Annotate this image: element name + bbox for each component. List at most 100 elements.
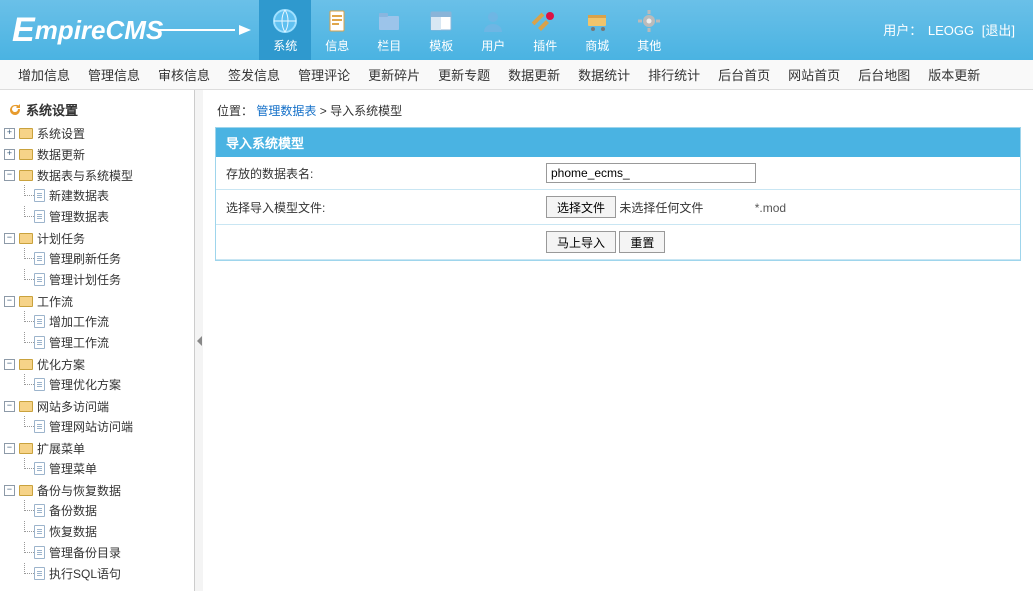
topnav-folder[interactable]: 栏目 [363,0,415,60]
page-icon [34,189,45,202]
topnav-user[interactable]: 用户 [467,0,519,60]
subnav-item[interactable]: 数据更新 [508,65,560,84]
tree-leaf[interactable]: 管理刷新任务 [18,249,194,268]
tree-group[interactable]: −工作流 [0,292,194,311]
page-icon [34,462,45,475]
topnav-gear[interactable]: 其他 [623,0,675,60]
user-label: 用户： [883,23,922,38]
tree-label: 工作流 [37,293,73,310]
tree-leaf[interactable]: 管理数据表 [18,207,194,226]
toggle-icon: + [4,128,15,139]
tree-label: 管理菜单 [49,460,97,477]
topnav-label: 模板 [429,37,453,54]
page-icon [34,567,45,580]
subnav-item[interactable]: 排行统计 [648,65,700,84]
reset-button[interactable]: 重置 [619,231,665,253]
toggle-icon: − [4,170,15,181]
tree-group[interactable]: −备份与恢复数据 [0,481,194,500]
subnav-item[interactable]: 网站首页 [788,65,840,84]
tree-group[interactable]: + 系统设置 [0,124,194,143]
user-icon [479,7,507,35]
tree-label: 管理网站访问端 [49,418,133,435]
tree-leaf[interactable]: 管理工作流 [18,333,194,352]
folder-icon [19,359,33,370]
folder-icon [19,443,33,454]
subnav-item[interactable]: 数据统计 [578,65,630,84]
tree-leaf[interactable]: 增加工作流 [18,312,194,331]
table-name-input[interactable] [546,163,756,183]
tree-label: 管理工作流 [49,334,109,351]
tree-label: 恢复数据 [49,523,97,540]
breadcrumb: 位置： 管理数据表 > 导入系统模型 [215,98,1021,127]
splitter[interactable] [195,90,203,591]
tree-group[interactable]: −扩展菜单 [0,439,194,458]
toggle-icon: − [4,443,15,454]
tree-group[interactable]: − 数据表与系统模型 [0,166,194,185]
table-name-label: 存放的数据表名: [216,157,536,190]
tree-leaf[interactable]: 执行SQL语句 [18,564,194,583]
table-row: 马上导入 重置 [216,225,1020,260]
submit-button[interactable]: 马上导入 [546,231,616,253]
toggle-icon: − [4,233,15,244]
page-icon [34,273,45,286]
tree-leaf[interactable]: 恢复数据 [18,522,194,541]
tree-leaf[interactable]: 管理计划任务 [18,270,194,289]
folder-icon [19,149,33,160]
subnav-item[interactable]: 管理评论 [298,65,350,84]
topnav-window[interactable]: 模板 [415,0,467,60]
tree-group[interactable]: − 计划任务 [0,229,194,248]
page-icon [34,336,45,349]
ext-note: *.mod [755,201,786,215]
subnav-item[interactable]: 后台地图 [858,65,910,84]
subnav-item[interactable]: 更新专题 [438,65,490,84]
topnav-globe[interactable]: 系统 [259,0,311,60]
page-icon [34,504,45,517]
choose-file-button[interactable]: 选择文件 [546,196,616,218]
topnav-tools[interactable]: 插件 [519,0,571,60]
tree-label: 网站多访问端 [37,398,109,415]
folder-icon [19,128,33,139]
cart-icon [583,7,611,35]
main: 位置： 管理数据表 > 导入系统模型 导入系统模型 存放的数据表名: 选择导入模… [203,90,1033,591]
page-icon [34,252,45,265]
subnav-item[interactable]: 版本更新 [928,65,980,84]
subnav-item[interactable]: 增加信息 [18,65,70,84]
topnav-doc[interactable]: 信息 [311,0,363,60]
page-icon [34,420,45,433]
tree-leaf[interactable]: 管理备份目录 [18,543,194,562]
subnav-item[interactable]: 审核信息 [158,65,210,84]
table-row: 选择导入模型文件: 选择文件 未选择任何文件 *.mod [216,190,1020,225]
subnav-item[interactable]: 管理信息 [88,65,140,84]
subnav-item[interactable]: 后台首页 [718,65,770,84]
tree-label: 增加工作流 [49,313,109,330]
tree-leaf[interactable]: 管理菜单 [18,459,194,478]
model-file-label: 选择导入模型文件: [216,190,536,225]
tree-group[interactable]: −优化方案 [0,355,194,374]
tree-leaf[interactable]: 管理优化方案 [18,375,194,394]
tree-label: 计划任务 [37,230,85,247]
logout-link[interactable]: [退出] [982,23,1015,38]
panel-title: 导入系统模型 [216,128,1020,157]
breadcrumb-link[interactable]: 管理数据表 [256,104,316,118]
gear-icon [635,7,663,35]
topnav-label: 用户 [481,37,505,54]
tree-leaf[interactable]: 备份数据 [18,501,194,520]
tree-label: 数据表与系统模型 [37,167,133,184]
tree-leaf[interactable]: 管理网站访问端 [18,417,194,436]
topnav: 系统信息栏目模板 用户插件商城其他 [259,0,675,60]
folder-icon [19,296,33,307]
logo-line-icon [155,29,235,31]
subnav-item[interactable]: 签发信息 [228,65,280,84]
logo: EmpireCMS [0,11,251,50]
folder-icon [19,401,33,412]
tree-leaf[interactable]: 新建数据表 [18,186,194,205]
breadcrumb-current: 导入系统模型 [330,104,402,118]
topnav-cart[interactable]: 商城 [571,0,623,60]
username-link[interactable]: LEOGG [928,23,974,38]
subnav-item[interactable]: 更新碎片 [368,65,420,84]
tree-label: 系统设置 [37,125,85,142]
toggle-icon: − [4,485,15,496]
tree-group[interactable]: −网站多访问端 [0,397,194,416]
tree-group[interactable]: +数据更新 [0,145,194,164]
page-icon [34,546,45,559]
